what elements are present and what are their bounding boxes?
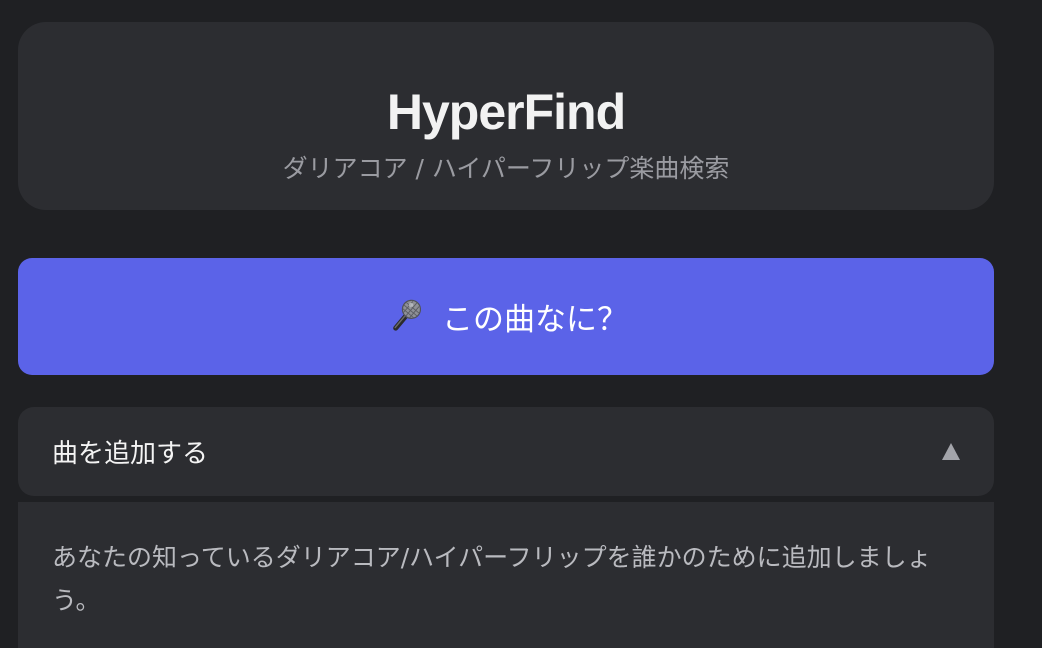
microphone-icon [384,296,426,338]
header-card: HyperFind ダリアコア / ハイパーフリップ楽曲検索 [18,22,994,210]
add-song-section-title: 曲を追加する [52,439,209,469]
triangle-up-icon [942,443,960,460]
add-song-section-toggle[interactable]: 曲を追加する [18,407,994,496]
add-song-section-body: あなたの知っているダリアコア/ハイパーフリップを誰かのために追加しましょう。 [18,502,994,648]
app-subtitle: ダリアコア / ハイパーフリップ楽曲検索 [282,154,730,183]
app-title: HyperFind [386,84,626,140]
page: HyperFind ダリアコア / ハイパーフリップ楽曲検索 この曲なに？ 曲を… [0,0,1042,648]
add-song-description: あなたの知っているダリアコア/ハイパーフリップを誰かのために追加しましょう。 [52,543,932,615]
identify-song-label: この曲なに？ [442,302,628,337]
identify-song-button[interactable]: この曲なに？ [18,258,994,375]
